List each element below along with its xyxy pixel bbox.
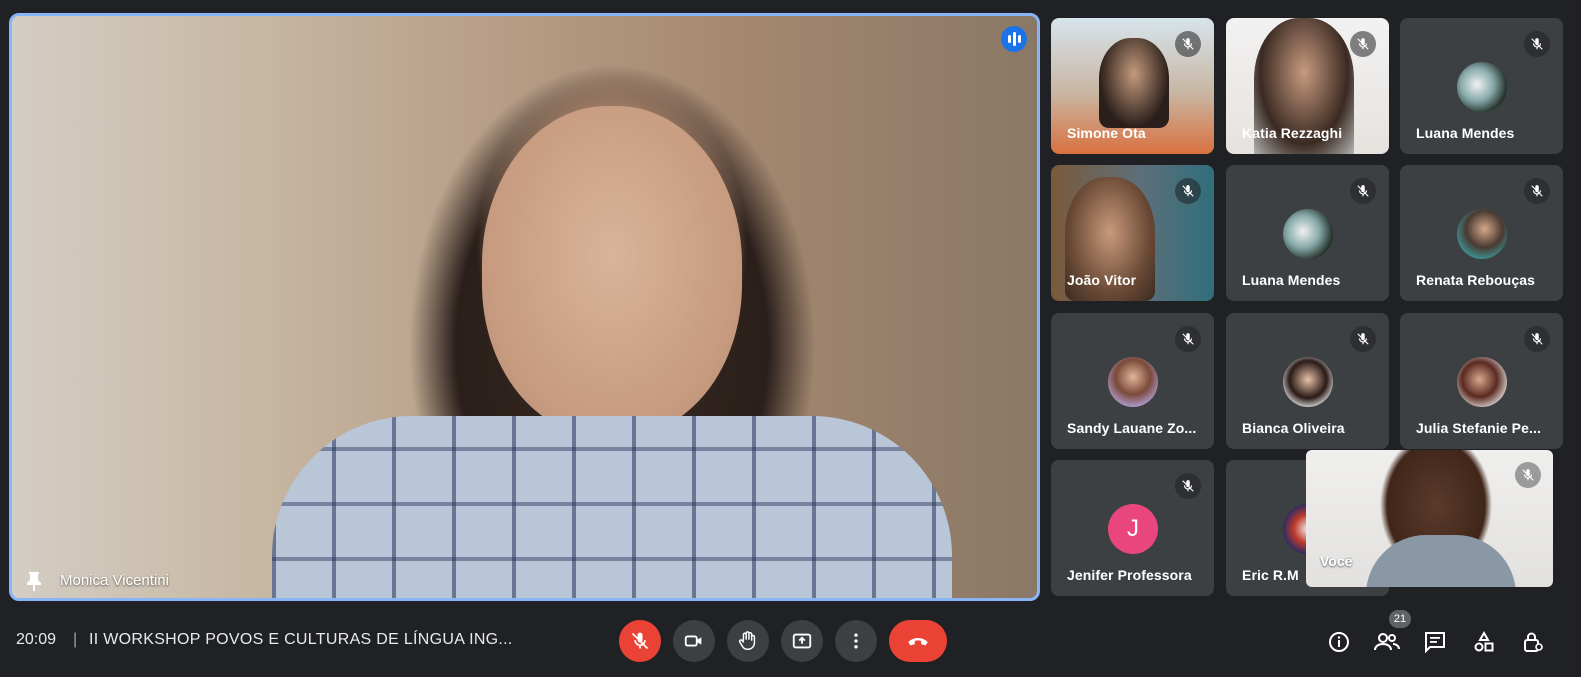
participant-name: Julia Stefanie Pe... [1416,420,1541,436]
participant-avatar [1457,357,1507,407]
info-icon [1329,632,1349,652]
participant-tile[interactable]: Katia Rezzaghi [1226,18,1389,154]
participant-avatar [1283,357,1333,407]
participant-avatar [1457,209,1507,259]
participant-avatar [1457,62,1507,112]
people-button[interactable] [1373,628,1401,656]
speaker-video-face [482,106,742,436]
more-options-button[interactable] [835,620,877,662]
pin-icon[interactable] [26,571,42,591]
people-icon [1374,633,1400,651]
more-vert-icon [854,633,858,649]
participant-name: Renata Rebouças [1416,272,1535,288]
mic-off-icon [1175,326,1201,352]
meeting-info-button[interactable] [1325,628,1353,656]
participant-name: Katia Rezzaghi [1242,125,1343,141]
title-separator: | [73,631,78,648]
speaking-indicator-icon [1001,26,1027,52]
mic-off-icon [1350,326,1376,352]
activities-button[interactable] [1470,628,1498,656]
chat-icon [1425,632,1445,654]
mic-toggle-button[interactable] [619,620,661,662]
participant-tile[interactable]: Simone Ota [1051,18,1214,154]
participant-tile[interactable]: Luana Mendes [1400,18,1563,154]
participant-name: Luana Mendes [1242,272,1341,288]
mic-off-icon [1175,178,1201,204]
mic-off-icon [1350,178,1376,204]
meeting-title: II WORKSHOP POVOS E CULTURAS DE LÍNGUA I… [89,631,513,648]
mic-off-icon [1524,326,1550,352]
participant-name: Eric R.M [1242,567,1299,583]
raise-hand-icon [738,631,756,650]
host-controls-button[interactable] [1519,628,1547,656]
main-speaker-tile[interactable]: Monica Vicentini [9,13,1040,601]
participant-video [1099,38,1169,128]
participant-name: Sandy Lauane Zo... [1067,420,1197,436]
participant-letter-avatar: J [1108,504,1158,554]
main-speaker-name: Monica Vicentini [60,572,169,589]
speaker-video-body [272,416,952,598]
chat-button[interactable] [1421,628,1449,656]
participant-name: Luana Mendes [1416,125,1515,141]
participant-tile[interactable]: Sandy Lauane Zo... [1051,313,1214,449]
participant-tile[interactable]: Luana Mendes [1226,165,1389,301]
participant-tile[interactable]: J Jenifer Professora [1051,460,1214,596]
mic-off-icon [1524,178,1550,204]
self-view-name: Você [1320,553,1353,569]
activities-icon [1474,630,1494,652]
participant-tile[interactable]: Renata Rebouças [1400,165,1563,301]
mic-off-icon [1524,31,1550,57]
videocam-icon [684,635,702,647]
participant-count-badge: 21 [1389,610,1411,628]
meeting-clock: 20:09 [16,631,57,648]
participant-tile[interactable]: Julia Stefanie Pe... [1400,313,1563,449]
participant-tile[interactable]: João Vitor [1051,165,1214,301]
participant-name: Jenifer Professora [1067,567,1192,583]
mic-off-icon [1350,31,1376,57]
call-end-icon [908,638,928,646]
mic-off-icon [631,632,649,650]
present-screen-icon [792,633,812,649]
present-screen-button[interactable] [781,620,823,662]
mic-off-icon [1515,462,1541,488]
participant-name: João Vitor [1067,272,1137,288]
mic-off-icon [1175,473,1201,499]
participant-tile[interactable]: Bianca Oliveira [1226,313,1389,449]
camera-toggle-button[interactable] [673,620,715,662]
self-video-body [1366,535,1516,587]
bottom-control-bar: 20:09 | II WORKSHOP POVOS E CULTURAS DE … [0,610,1581,677]
raise-hand-button[interactable] [727,620,769,662]
participant-avatar [1283,209,1333,259]
participant-name: Simone Ota [1067,125,1146,141]
participant-name: Bianca Oliveira [1242,420,1345,436]
participant-avatar [1108,357,1158,407]
mic-off-icon [1175,31,1201,57]
leave-call-button[interactable] [889,620,947,662]
host-controls-icon [1524,632,1543,652]
self-view-tile[interactable]: Você [1306,450,1553,587]
